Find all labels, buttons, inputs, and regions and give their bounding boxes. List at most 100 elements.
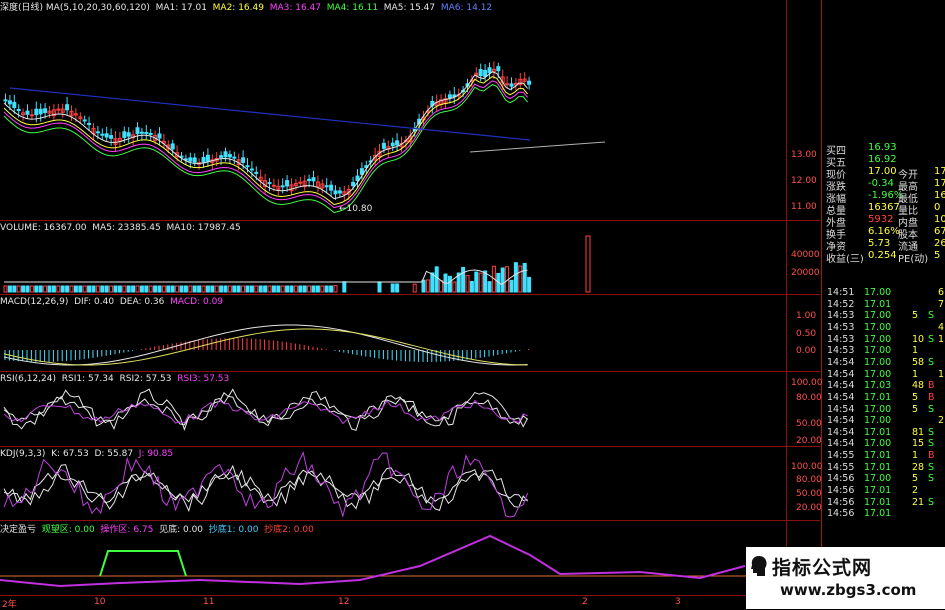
macd-dif: DIF: 0.40: [74, 297, 115, 307]
watermark-url: www.zbgs3.com: [780, 581, 917, 599]
volume-bar: [175, 285, 180, 293]
panel-divider: [0, 446, 820, 447]
candle-body: [219, 155, 224, 158]
volume-bar: [170, 285, 175, 293]
tick-row[interactable]: 14:56 17.01: [824, 508, 945, 519]
tick-row[interactable]: 14:54 17.01 81 S: [824, 427, 945, 438]
signal-bottom: 见底: 0.00: [159, 525, 204, 535]
tick-row[interactable]: 14:55 17.01 1 B: [824, 450, 945, 461]
macd-tick: 0.50: [796, 329, 817, 339]
tick-row[interactable]: 14:53 17.00 10 S 1: [824, 334, 945, 345]
candle-body: [201, 157, 206, 163]
tick-row[interactable]: 14:53 17.00 4: [824, 322, 945, 333]
candle-body: [311, 177, 316, 182]
tick-row[interactable]: 14:56 17.01 2: [824, 485, 945, 496]
tick-row[interactable]: 14:51 17.00 6: [824, 287, 945, 298]
tick-row[interactable]: 14:54 17.00 1 1: [824, 369, 945, 380]
kdj-d-line: [3, 468, 528, 504]
axis-divider: [786, 0, 787, 595]
signal-operate: 操作区: 6.75: [100, 525, 154, 535]
quote-value: 16.92: [868, 154, 897, 165]
tick-row[interactable]: 14:54 17.00 5 S: [824, 404, 945, 415]
ma4-line: [3, 84, 528, 214]
tick-row[interactable]: 14:53 17.00 5 S: [824, 310, 945, 321]
volume-bar: [16, 285, 21, 293]
volume-bar: [333, 285, 338, 293]
tick-volume: 81: [912, 426, 925, 438]
volume-bar: [285, 285, 290, 293]
tick-row[interactable]: 14:54 17.00 2: [824, 415, 945, 426]
tick-price: 17.01: [864, 496, 892, 508]
volume-bar: [585, 235, 591, 293]
tick-volume: 48: [912, 380, 925, 392]
tick-row[interactable]: 14:53 17.00 1: [824, 345, 945, 356]
tick-row[interactable]: 14:52 17.01 7: [824, 299, 945, 310]
volume-bar: [166, 285, 171, 293]
panel-divider: [0, 220, 820, 221]
candle-body: [505, 83, 510, 86]
tick-volume: 1: [912, 368, 919, 380]
volume-bar: [205, 285, 210, 293]
signal-watch: 观望区: 0.00: [41, 525, 95, 535]
tick-volume: 58: [912, 356, 925, 368]
volume-bar: [12, 285, 17, 293]
tick-side: B: [928, 391, 935, 403]
watermark-logo: 指标公式网 www.zbgs3.com: [746, 547, 945, 609]
tick-row[interactable]: 14:54 17.00 58 S: [824, 357, 945, 368]
tick-time: 14:52: [827, 298, 855, 310]
tick-price: 17.00: [864, 345, 892, 357]
candle-body: [109, 135, 114, 139]
volume-bar: [188, 285, 193, 293]
tick-time: 14:53: [827, 345, 855, 357]
candle-body: [271, 184, 276, 187]
volume-bar: [148, 285, 153, 293]
tick-time: 14:51: [827, 287, 855, 298]
quote-value: 16.93: [868, 142, 897, 153]
candle-body: [381, 142, 386, 149]
rsi1-value: RSI1: 57.34: [61, 374, 114, 384]
volume-bar: [56, 285, 61, 293]
volume-bar: [78, 285, 83, 293]
quote-value: 5932: [868, 214, 894, 225]
ma6-line: [9, 87, 531, 141]
volume-bar: [302, 285, 307, 293]
tick-row[interactable]: 14:56 17.00 5 S: [824, 473, 945, 484]
tick-price: 17.00: [864, 368, 892, 380]
tick-price: 17.03: [864, 380, 892, 392]
volume-bar: [139, 285, 144, 293]
candle-body: [205, 154, 210, 162]
candle-body: [324, 185, 329, 188]
panel-divider: [0, 595, 820, 596]
volume-bar: [452, 281, 457, 293]
tick-row[interactable]: 14:54 17.00 15 S: [824, 438, 945, 449]
kdj-d: D: 55.87: [94, 449, 134, 459]
candle-body: [487, 67, 492, 74]
tick-row[interactable]: 14:54 17.03 48 B: [824, 380, 945, 391]
quote-value: 0: [934, 202, 941, 213]
tick-extra: 1: [938, 333, 945, 345]
volume-bar: [430, 272, 435, 293]
date-tick: 11: [203, 597, 215, 607]
tick-price: 17.00: [864, 321, 892, 333]
tick-row[interactable]: 14:54 17.01 5 B: [824, 392, 945, 403]
volume-bar: [38, 285, 43, 293]
volume-bar: [465, 275, 470, 293]
volume-bar: [271, 285, 276, 293]
ma6-value: MA6: 14.12: [440, 3, 493, 13]
volume-bar: [157, 285, 162, 293]
ma3-value: MA3: 16.47: [269, 3, 322, 13]
tick-row[interactable]: 14:55 17.01 28 S: [824, 462, 945, 473]
quote-row: 涨幅 -1.96% 最低 16: [824, 190, 945, 205]
candle-body: [337, 190, 342, 194]
tick-price: 17.00: [864, 403, 892, 415]
tick-price: 17.01: [864, 391, 892, 403]
panel-divider: [821, 0, 822, 609]
ma1-line: [3, 71, 528, 200]
candle-body: [43, 108, 48, 114]
tick-side: S: [928, 333, 935, 345]
quote-value: 17: [934, 166, 945, 177]
tick-row[interactable]: 14:56 17.01 21 S: [824, 497, 945, 508]
volume-label: VOLUME: 16367.00: [0, 223, 87, 233]
volume-bar: [263, 285, 268, 293]
volume-bar: [342, 281, 347, 293]
